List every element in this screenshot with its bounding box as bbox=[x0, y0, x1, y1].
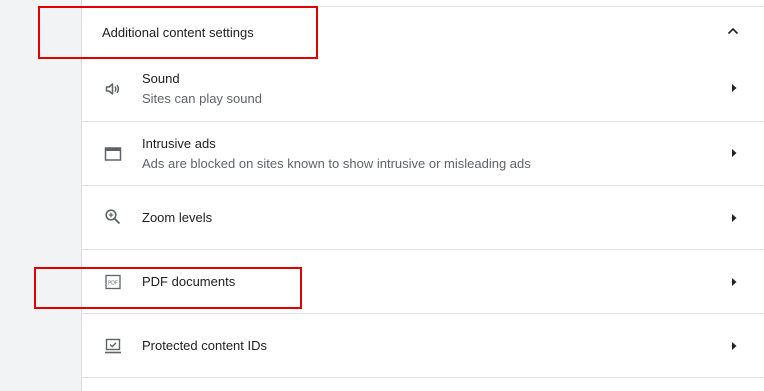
protected-content-icon bbox=[105, 338, 121, 354]
section-title: Additional content settings bbox=[102, 25, 254, 40]
page: Additional content settings Sound Sites … bbox=[0, 0, 764, 391]
sound-label: Sound bbox=[142, 71, 180, 86]
arrow-right-icon bbox=[732, 342, 737, 350]
svg-text:PDF: PDF bbox=[108, 280, 118, 286]
zoom-levels-label: Zoom levels bbox=[142, 210, 213, 225]
zoom-in-icon bbox=[105, 209, 121, 225]
arrow-right-icon bbox=[732, 149, 737, 157]
chevron-up-icon[interactable] bbox=[726, 24, 740, 38]
browser-window-icon bbox=[104, 147, 122, 161]
content-settings-card: Additional content settings Sound Sites … bbox=[81, 0, 764, 391]
arrow-right-icon bbox=[732, 278, 737, 286]
pdf-documents-row[interactable]: PDF PDF documents bbox=[82, 249, 764, 314]
zoom-levels-row[interactable]: Zoom levels bbox=[82, 185, 764, 250]
intrusive-ads-description: Ads are blocked on sites known to show i… bbox=[142, 156, 531, 171]
intrusive-ads-row[interactable]: Intrusive ads Ads are blocked on sites k… bbox=[82, 121, 764, 186]
protected-content-ids-row[interactable]: Protected content IDs bbox=[82, 313, 764, 378]
intrusive-ads-label: Intrusive ads bbox=[142, 136, 216, 151]
additional-content-settings-header[interactable]: Additional content settings bbox=[82, 7, 764, 57]
sound-description: Sites can play sound bbox=[142, 91, 262, 106]
speaker-icon bbox=[105, 83, 120, 95]
arrow-right-icon bbox=[732, 84, 737, 92]
pdf-documents-label: PDF documents bbox=[142, 274, 236, 289]
sound-row[interactable]: Sound Sites can play sound bbox=[82, 57, 764, 121]
protected-content-ids-label: Protected content IDs bbox=[142, 338, 268, 353]
arrow-right-icon bbox=[732, 214, 737, 222]
pdf-document-icon: PDF bbox=[105, 274, 121, 290]
next-row-partial bbox=[82, 377, 764, 391]
